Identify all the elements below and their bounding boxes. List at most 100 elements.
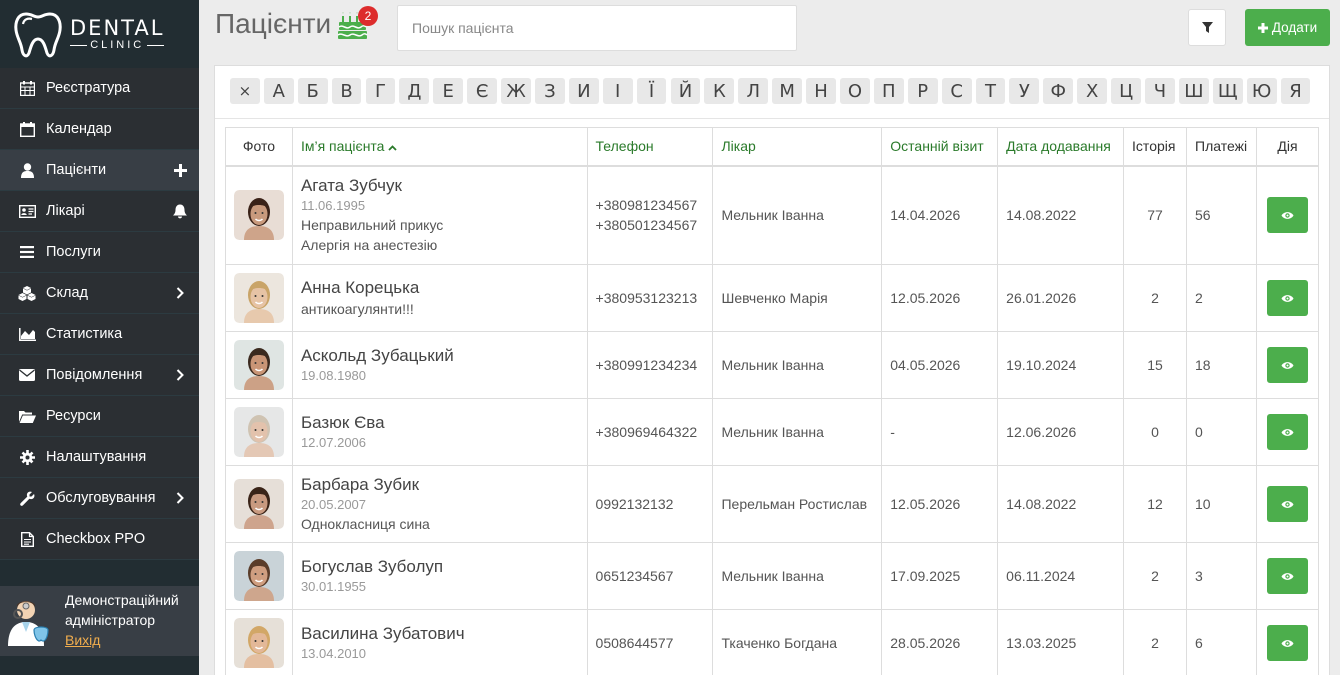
payments-count-cell: 18 bbox=[1186, 331, 1257, 399]
sidebar-item-5[interactable]: Склад bbox=[0, 273, 199, 314]
sidebar-item-0[interactable]: Реєстратура bbox=[0, 68, 199, 109]
history-count-cell: 12 bbox=[1123, 465, 1188, 543]
sidebar-item-9[interactable]: Налаштування bbox=[0, 437, 199, 478]
photo-cell bbox=[225, 165, 293, 265]
table-row[interactable]: Барбара Зубик 20.05.2007 Однокласниця сина… bbox=[225, 465, 1320, 543]
letter-filter-button[interactable]: Ц bbox=[1111, 78, 1141, 104]
plus-icon[interactable] bbox=[173, 162, 187, 178]
sidebar-item-1[interactable]: Календар bbox=[0, 109, 199, 150]
letter-filter-button[interactable]: І bbox=[602, 78, 633, 104]
letter-filter-button[interactable]: Ю bbox=[1246, 78, 1277, 104]
sidebar-item-2[interactable]: Пацієнти bbox=[0, 150, 199, 191]
clear-letter-filter-button[interactable]: × bbox=[230, 78, 260, 104]
letter-filter-button[interactable]: У bbox=[1009, 78, 1040, 104]
patient-name[interactable]: Барбара Зубик bbox=[301, 474, 587, 496]
phone-cell: +380969464322 bbox=[586, 398, 714, 466]
letter-filter-button[interactable]: Х bbox=[1077, 78, 1108, 104]
table-row[interactable]: Анна Корецька антикоагулянти!!! +380953123… bbox=[225, 264, 1320, 332]
table-row[interactable]: Базюк Єва 12.07.2006 +380969464322 Мельник … bbox=[225, 398, 1320, 466]
letter-filter-button[interactable]: З bbox=[535, 78, 565, 104]
name-cell: Барбара Зубик 20.05.2007 Однокласниця сина bbox=[291, 465, 588, 543]
sidebar-item-4[interactable]: Послуги bbox=[0, 232, 199, 273]
letter-filter-button[interactable]: Й bbox=[670, 78, 701, 104]
bell-icon[interactable] bbox=[173, 203, 187, 219]
sidebar-item-10[interactable]: Обслуговування bbox=[0, 478, 199, 519]
sidebar-item-8[interactable]: Ресурси bbox=[0, 396, 199, 437]
last-visit-cell: 28.05.2026 bbox=[881, 609, 999, 675]
name-cell: Богуслав Зуболуп 30.01.1955 bbox=[291, 542, 588, 610]
letter-filter-button[interactable]: П bbox=[873, 78, 904, 104]
phone-cell: 0508644577 bbox=[586, 609, 714, 675]
letter-filter-button[interactable]: Н bbox=[806, 78, 836, 104]
col-phone[interactable]: Телефон bbox=[586, 127, 714, 167]
col-last-visit[interactable]: Останній візит bbox=[881, 127, 999, 167]
patient-name[interactable]: Агата Зубчук bbox=[301, 175, 587, 197]
patient-name[interactable]: Василина Зубатович bbox=[301, 623, 587, 645]
letter-filter-button[interactable]: С bbox=[941, 78, 972, 104]
patient-photo bbox=[233, 618, 284, 668]
logo[interactable]: DENTAL CLINIC bbox=[0, 0, 199, 68]
view-patient-button[interactable] bbox=[1266, 414, 1308, 450]
view-patient-button[interactable] bbox=[1266, 347, 1308, 383]
patient-phone: +380969464322 bbox=[595, 424, 698, 440]
patient-name[interactable]: Анна Корецька bbox=[301, 277, 587, 299]
list-icon bbox=[18, 244, 36, 260]
last-visit-cell: 12.05.2026 bbox=[881, 264, 999, 332]
patient-photo bbox=[233, 340, 284, 390]
letter-filter-button[interactable]: Р bbox=[907, 78, 938, 104]
patient-note: Неправильний прикус bbox=[300, 217, 444, 234]
patient-name[interactable]: Аскольд Зубацький bbox=[301, 345, 587, 367]
patient-phone: 0508644577 bbox=[595, 635, 674, 651]
letter-filter-button[interactable]: И bbox=[568, 78, 599, 104]
letter-filter-button[interactable]: Ш bbox=[1178, 78, 1209, 104]
letter-filter-button[interactable]: М bbox=[772, 78, 803, 104]
view-patient-button[interactable] bbox=[1266, 625, 1308, 661]
search-input[interactable] bbox=[397, 5, 797, 51]
letter-filter-button[interactable]: Ж bbox=[501, 78, 531, 104]
table-row[interactable]: Аскольд Зубацький 19.08.1980 +380991234234… bbox=[225, 331, 1320, 399]
letter-filter-button[interactable]: Ї bbox=[636, 78, 667, 104]
table-row[interactable]: Богуслав Зуболуп 30.01.1955 0651234567 Мель… bbox=[225, 542, 1320, 610]
sidebar-item-11[interactable]: Checkbox PPO bbox=[0, 519, 199, 560]
letter-filter-button[interactable]: Б bbox=[297, 78, 328, 104]
view-patient-button[interactable] bbox=[1266, 197, 1308, 234]
chevron-right-icon[interactable] bbox=[173, 490, 187, 506]
logout-link[interactable]: Вихід bbox=[65, 630, 179, 650]
sidebar-item-3[interactable]: Лікарі bbox=[0, 191, 199, 232]
sidebar-item-label: Checkbox PPO bbox=[46, 531, 146, 547]
letter-filter-button[interactable]: Щ bbox=[1212, 78, 1243, 104]
col-doctor[interactable]: Лікар bbox=[712, 127, 883, 167]
letter-filter-button[interactable]: Я bbox=[1280, 78, 1311, 104]
patient-name[interactable]: Богуслав Зуболуп bbox=[301, 556, 587, 578]
add-patient-button[interactable]: Додати bbox=[1245, 9, 1330, 46]
patient-name[interactable]: Базюк Єва bbox=[301, 412, 587, 434]
letter-filter-button[interactable]: Є bbox=[467, 78, 498, 104]
col-added[interactable]: Дата додавання bbox=[997, 127, 1125, 167]
name-cell: Аскольд Зубацький 19.08.1980 bbox=[291, 331, 588, 399]
letter-filter-button[interactable]: О bbox=[840, 78, 870, 104]
view-patient-button[interactable] bbox=[1266, 486, 1308, 522]
table-row[interactable]: Василина Зубатович 13.04.2010 0508644577 Тк… bbox=[225, 609, 1320, 675]
cubes-icon bbox=[18, 285, 36, 301]
photo-cell bbox=[225, 609, 293, 675]
filter-button[interactable] bbox=[1188, 9, 1226, 46]
letter-filter-button[interactable]: Ф bbox=[1043, 78, 1074, 104]
letter-filter-button[interactable]: В bbox=[331, 78, 362, 104]
chevron-right-icon[interactable] bbox=[173, 285, 187, 301]
view-patient-button[interactable] bbox=[1266, 558, 1308, 594]
letter-filter-button[interactable]: Т bbox=[975, 78, 1006, 104]
letter-filter-button[interactable]: Л bbox=[738, 78, 769, 104]
chevron-right-icon[interactable] bbox=[173, 367, 187, 383]
letter-filter-button[interactable]: Г bbox=[365, 78, 396, 104]
col-name[interactable]: Ім’я пацієнта bbox=[291, 127, 588, 167]
view-patient-button[interactable] bbox=[1266, 280, 1308, 316]
letter-filter-button[interactable]: Д bbox=[399, 78, 430, 104]
letter-filter-button[interactable]: А bbox=[263, 78, 294, 104]
letter-filter-button[interactable]: Ч bbox=[1145, 78, 1175, 104]
table-row[interactable]: Агата Зубчук 11.06.1995 Неправильний прику… bbox=[225, 165, 1320, 265]
letter-filter-button[interactable]: К bbox=[704, 78, 735, 104]
sidebar-item-7[interactable]: Повідомлення bbox=[0, 355, 199, 396]
eye-icon bbox=[1281, 500, 1294, 508]
sidebar-item-6[interactable]: Статистика bbox=[0, 314, 199, 355]
letter-filter-button[interactable]: Е bbox=[433, 78, 464, 104]
